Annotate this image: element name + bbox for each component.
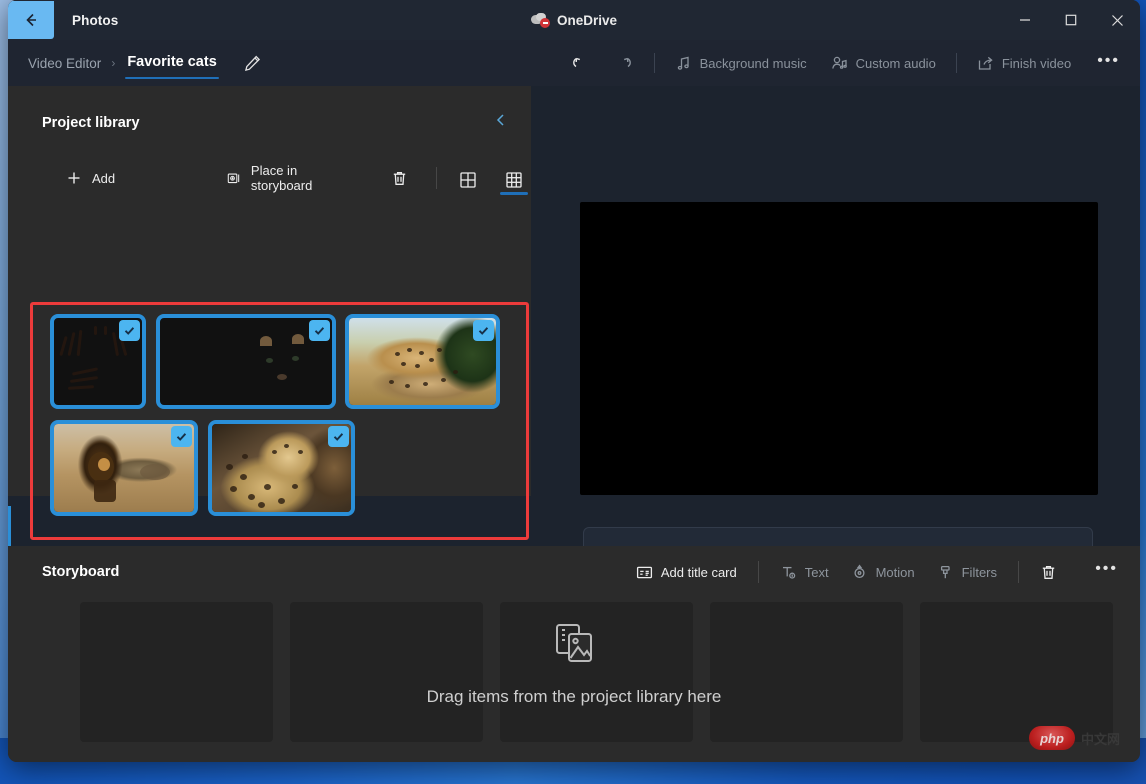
motion-button[interactable]: Motion [840,557,926,588]
place-in-storyboard-button[interactable]: Place in storyboard [217,155,351,201]
grid-small-icon[interactable] [497,164,531,193]
text-button[interactable]: Text [769,557,840,588]
add-title-card-label: Add title card [661,565,737,580]
ribbon-bar: Video Editor › Favorite cats [8,40,1140,86]
ribbon-divider-2 [956,53,957,73]
text-label: Text [805,565,829,580]
pencil-icon[interactable] [243,54,262,73]
maximize-button[interactable] [1048,0,1094,40]
video-preview[interactable] [580,202,1098,495]
add-title-card-button[interactable]: Add title card [625,557,748,588]
custom-audio-label: Custom audio [856,56,936,71]
editor-body: Project library Add Place in storyboa [8,86,1140,546]
storyboard-slot[interactable] [710,602,903,742]
onedrive-cloud-icon [531,13,549,27]
tiger-thumbnail[interactable] [50,314,146,409]
selected-check-badge[interactable] [473,320,494,341]
filters-button[interactable]: Filters [926,557,1008,588]
custom-audio-button[interactable]: Custom audio [819,48,948,79]
storyboard-slot[interactable] [80,602,273,742]
cheetahs-thumbnail[interactable] [345,314,500,409]
breadcrumb-separator-icon: › [111,56,115,70]
project-library-header: Project library [8,86,531,133]
storyboard-slot[interactable] [290,602,483,742]
storyboard-divider-2 [1018,561,1019,583]
storyboard-panel: Storyboard Add title card T [8,546,1140,762]
selected-check-badge[interactable] [328,426,349,447]
text-tool-icon [780,564,797,581]
selected-check-badge[interactable] [119,320,140,341]
add-label: Add [92,171,115,186]
php-watermark: php 中文网 [1029,726,1120,750]
app-title: Photos [72,13,118,28]
library-toolbar: Add Place in storyboard [8,133,531,201]
lion-thumbnail[interactable] [50,420,198,516]
redo-button[interactable] [602,46,646,80]
finish-video-button[interactable]: Finish video [965,48,1083,79]
storyboard-slot[interactable] [920,602,1113,742]
background-music-button[interactable]: Background music [663,48,819,79]
storyboard-divider [758,561,759,583]
breadcrumb-current-project[interactable]: Favorite cats [125,47,218,79]
finish-video-label: Finish video [1002,56,1071,71]
place-in-storyboard-label: Place in storyboard [251,163,341,193]
minimize-button[interactable] [1002,0,1048,40]
onedrive-status[interactable]: OneDrive [531,13,617,28]
background-music-label: Background music [700,56,807,71]
leopard-thumbnail[interactable] [208,420,355,516]
selected-check-badge[interactable] [309,320,330,341]
onedrive-label: OneDrive [557,13,617,28]
title-card-icon [636,564,653,581]
delete-button[interactable] [381,162,418,195]
ribbon-tools: Background music Custom audio Finish vid… [558,40,1134,86]
title-bar: Photos OneDrive [8,0,1140,40]
breadcrumb-video-editor[interactable]: Video Editor [28,56,101,71]
project-library-title: Project library [42,115,140,131]
preview-panel: 0:00.00 0:00.00 [553,86,1140,546]
photos-app-window: Photos OneDrive Video Editor › Favorit [8,0,1140,762]
undo-button[interactable] [558,46,602,80]
cougar-image [160,318,332,405]
grid-large-icon[interactable] [451,164,485,193]
storyboard-title: Storyboard [42,564,119,580]
trash-icon [1040,564,1057,581]
storyboard-delete-button[interactable] [1029,557,1068,588]
plus-icon [66,170,82,186]
window-controls [1002,0,1140,40]
breadcrumb: Video Editor › Favorite cats [8,47,262,79]
cougar-thumbnail[interactable] [156,314,336,409]
ribbon-divider [654,53,655,73]
watermark-suffix: 中文网 [1081,729,1120,748]
storyboard-slots[interactable]: Drag items from the project library here [8,602,1140,742]
filters-label: Filters [962,565,997,580]
motion-icon [851,564,868,581]
storyboard-header: Storyboard Add title card T [8,546,1140,598]
storyboard-slot[interactable] [500,602,693,742]
php-logo-icon: php [1029,726,1075,750]
chevron-left-icon[interactable] [493,112,509,133]
add-button[interactable]: Add [56,162,125,194]
php-logo-text: php [1040,731,1064,746]
back-arrow-icon[interactable] [8,1,54,39]
place-in-storyboard-icon [227,170,241,187]
storyboard-tools: Add title card Text Motion [625,546,1068,598]
close-button[interactable] [1094,0,1140,40]
storyboard-overflow-button[interactable]: ••• [1095,560,1118,578]
trash-icon [391,170,408,187]
selected-check-badge[interactable] [171,426,192,447]
storyboard-accent-bar [8,506,11,546]
filters-brush-icon [937,564,954,581]
ribbon-overflow-button[interactable]: ••• [1083,46,1134,80]
library-toolbar-divider [436,167,437,189]
motion-label: Motion [876,565,915,580]
